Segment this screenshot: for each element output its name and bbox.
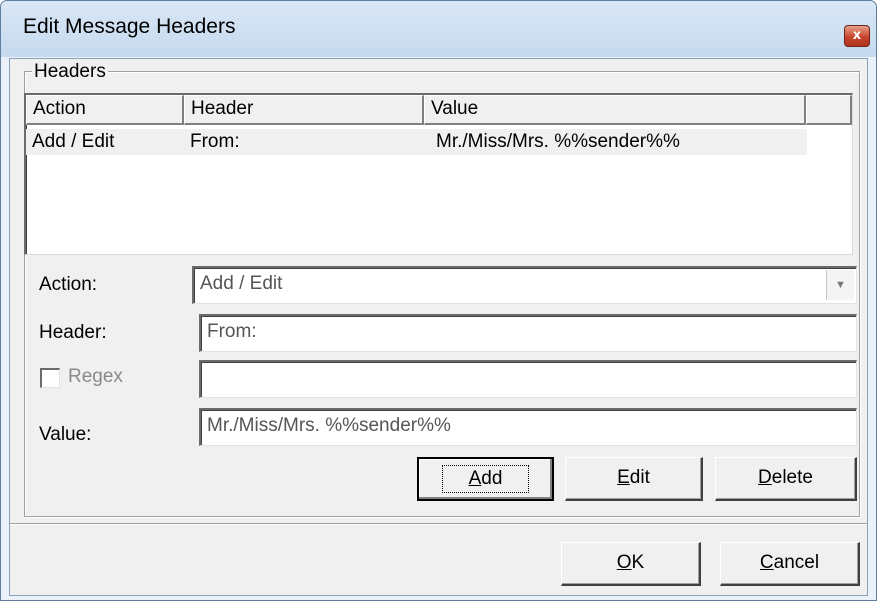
- delete-mnemonic: D: [758, 467, 772, 488]
- window-title: Edit Message Headers: [23, 15, 236, 38]
- action-combobox-value: Add / Edit: [200, 273, 283, 294]
- regex-label: Regex: [68, 366, 123, 387]
- delete-label-rest: elete: [771, 467, 813, 488]
- action-label: Action:: [39, 274, 98, 295]
- title-bar[interactable]: Edit Message Headers x: [1, 1, 876, 57]
- close-button[interactable]: x: [844, 25, 870, 47]
- add-label-rest: dd: [481, 468, 503, 489]
- column-header-filler: [806, 95, 852, 125]
- row-value-cell: Mr./Miss/Mrs. %%sender%%: [436, 131, 680, 152]
- dialog-client-area: Headers Action Header Value Add / Edit F…: [9, 58, 868, 596]
- column-header-action[interactable]: Action: [26, 95, 184, 125]
- row-header-cell: From:: [190, 131, 240, 152]
- cancel-label-rest: ancel: [773, 552, 820, 573]
- header-label: Header:: [39, 322, 107, 343]
- column-header-header[interactable]: Header: [184, 95, 424, 125]
- row-action-cell: Add / Edit: [32, 131, 115, 152]
- column-header-value[interactable]: Value: [424, 95, 806, 125]
- chevron-down-icon[interactable]: ▼: [826, 270, 854, 300]
- headers-group-legend: Headers: [32, 61, 108, 83]
- ok-label-rest: K: [631, 552, 645, 573]
- headers-list[interactable]: Action Header Value Add / Edit From: Mr.…: [24, 93, 853, 255]
- add-button[interactable]: Add: [417, 457, 554, 501]
- edit-mnemonic: E: [617, 467, 630, 488]
- cancel-mnemonic: C: [759, 552, 774, 573]
- regex-checkbox[interactable]: [40, 368, 60, 388]
- footer-separator: [10, 523, 867, 525]
- cancel-button[interactable]: Cancel: [720, 542, 860, 586]
- ok-mnemonic: O: [616, 552, 632, 573]
- table-row[interactable]: Add / Edit From: Mr./Miss/Mrs. %%sender%…: [26, 129, 807, 155]
- value-input[interactable]: Mr./Miss/Mrs. %%sender%%: [199, 408, 857, 446]
- ok-button[interactable]: OK: [561, 542, 701, 586]
- edit-button[interactable]: Edit: [565, 457, 703, 501]
- close-icon: x: [852, 28, 862, 43]
- delete-button[interactable]: Delete: [715, 457, 857, 501]
- list-header: Action Header Value: [26, 95, 852, 125]
- value-label: Value:: [39, 424, 92, 445]
- header-input[interactable]: From:: [199, 314, 857, 352]
- edit-label-rest: dit: [629, 467, 650, 488]
- action-combobox[interactable]: Add / Edit ▼: [192, 266, 857, 304]
- add-button-label: Add: [441, 465, 530, 493]
- regex-input[interactable]: [199, 360, 857, 398]
- dialog-window: Edit Message Headers x Headers Action He…: [0, 0, 877, 601]
- add-mnemonic: A: [468, 468, 482, 489]
